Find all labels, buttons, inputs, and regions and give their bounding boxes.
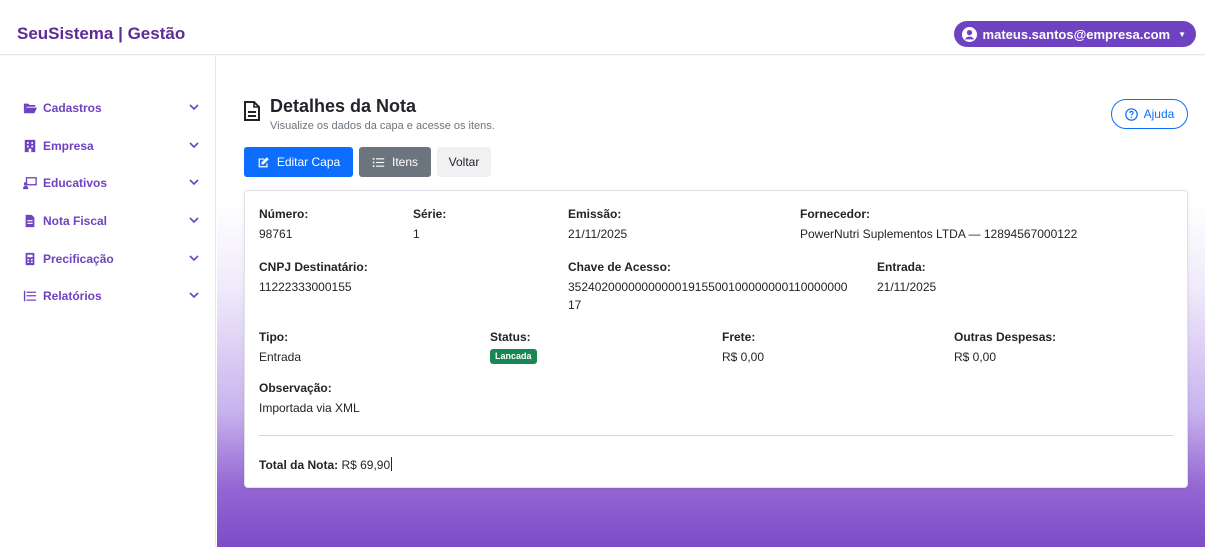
status-label: Status: xyxy=(490,330,531,344)
outras-label: Outras Despesas: xyxy=(954,330,1057,344)
sidebar-item-precificacao[interactable]: Precificação xyxy=(23,249,203,269)
cnpj-value: 11222333000155 xyxy=(259,280,352,294)
edit-cover-label: Editar Capa xyxy=(276,155,341,169)
file-invoice-icon xyxy=(244,101,260,121)
chevron-down-icon xyxy=(189,142,199,149)
tipo-value: Entrada xyxy=(259,350,302,364)
text-cursor xyxy=(391,457,393,471)
sidebar-item-label: Cadastros xyxy=(43,101,102,115)
cnpj-label: CNPJ Destinatário: xyxy=(259,260,368,274)
numero-label: Número: xyxy=(259,207,309,221)
emissao-value: 21/11/2025 xyxy=(568,227,628,241)
total-row: Total da Nota: R$ 69,90 xyxy=(259,457,393,472)
page-subtitle: Visualize os dados da capa e acesse os i… xyxy=(270,120,495,132)
top-navbar: SeuSistema | Gestão mateus.santos@empres… xyxy=(0,0,1205,55)
field-fornecedor: Fornecedor: PowerNutri Suplementos LTDA … xyxy=(800,207,1077,243)
numero-value: 98761 xyxy=(259,227,293,241)
serie-label: Série: xyxy=(413,207,447,221)
question-circle-icon xyxy=(1124,107,1138,121)
total-label: Total da Nota: xyxy=(259,458,339,472)
caret-down-icon: ▼ xyxy=(1178,29,1186,39)
file-invoice-icon xyxy=(23,214,37,228)
folder-open-icon xyxy=(23,101,37,115)
field-emissao: Emissão: 21/11/2025 xyxy=(568,207,627,243)
field-numero: Número: 98761 xyxy=(259,207,308,243)
status-badge: Lancada xyxy=(490,349,537,364)
edit-cover-button[interactable]: Editar Capa xyxy=(244,147,353,177)
help-button[interactable]: Ajuda xyxy=(1111,99,1188,129)
total-value: R$ 69,90 xyxy=(341,458,391,472)
chevron-down-icon xyxy=(189,217,199,224)
sidebar-item-relatorios[interactable]: Relatórios xyxy=(23,286,203,306)
sidebar-item-cadastros[interactable]: Cadastros xyxy=(23,98,203,118)
obs-value: Importada via XML xyxy=(259,401,360,415)
calculator-icon xyxy=(23,252,37,266)
field-entrada: Entrada: 21/11/2025 xyxy=(877,260,936,296)
chave-value-line2: 17 xyxy=(568,298,582,312)
user-email: mateus.santos@empresa.com xyxy=(982,26,1171,42)
sidebar-item-nota-fiscal[interactable]: Nota Fiscal xyxy=(23,211,203,231)
field-frete: Frete: R$ 0,00 xyxy=(722,330,764,366)
page-title: Detalhes da Nota xyxy=(270,96,417,116)
tipo-label: Tipo: xyxy=(259,330,289,344)
chave-value-line1: 3524020000000000019155001000000001100000… xyxy=(568,280,848,294)
frete-label: Frete: xyxy=(722,330,756,344)
items-button[interactable]: Itens xyxy=(359,147,431,177)
fornecedor-label: Fornecedor: xyxy=(800,207,871,221)
field-cnpj-destinatario: CNPJ Destinatário: 11222333000155 xyxy=(259,260,368,296)
sidebar-item-label: Empresa xyxy=(43,139,94,153)
sidebar-item-label: Educativos xyxy=(43,176,108,190)
divider xyxy=(259,435,1174,436)
field-tipo: Tipo: Entrada xyxy=(259,330,301,366)
chevron-down-icon xyxy=(189,179,199,186)
chalkboard-teacher-icon xyxy=(23,176,37,190)
sidebar-item-label: Relatórios xyxy=(43,289,102,303)
chevron-down-icon xyxy=(189,292,199,299)
field-outras-despesas: Outras Despesas: R$ 0,00 xyxy=(954,330,1056,366)
emissao-label: Emissão: xyxy=(568,207,622,221)
obs-label: Observação: xyxy=(259,381,332,395)
edit-icon xyxy=(258,156,269,167)
sidebar-item-empresa[interactable]: Empresa xyxy=(23,136,203,156)
user-circle-icon xyxy=(961,26,977,42)
chevron-down-icon xyxy=(189,104,199,111)
user-menu-button[interactable]: mateus.santos@empresa.com ▼ xyxy=(953,21,1196,47)
fornecedor-value: PowerNutri Suplementos LTDA — 1289456700… xyxy=(800,227,1078,241)
serie-value: 1 xyxy=(413,227,420,241)
field-chave-acesso: Chave de Acesso: 35240200000000000191550… xyxy=(568,260,868,314)
help-label: Ajuda xyxy=(1143,107,1175,121)
outras-value: R$ 0,00 xyxy=(954,350,997,364)
back-button[interactable]: Voltar xyxy=(437,147,491,177)
items-label: Itens xyxy=(391,155,418,169)
list-icon xyxy=(23,289,37,303)
chave-label: Chave de Acesso: xyxy=(568,260,671,274)
frete-value: R$ 0,00 xyxy=(722,350,765,364)
sidebar-item-educativos[interactable]: Educativos xyxy=(23,173,203,193)
entrada-label: Entrada: xyxy=(877,260,926,274)
entrada-value: 21/11/2025 xyxy=(877,280,937,294)
field-serie: Série: 1 xyxy=(413,207,446,243)
sidebar-item-label: Nota Fiscal xyxy=(43,214,108,228)
field-observacao: Observação: Importada via XML xyxy=(259,381,360,417)
sidebar-item-label: Precificação xyxy=(43,252,114,266)
chevron-down-icon xyxy=(189,255,199,262)
list-icon xyxy=(372,157,385,167)
building-icon xyxy=(23,139,37,153)
brand-title[interactable]: SeuSistema | Gestão xyxy=(17,24,185,44)
field-status: Status: Lancada xyxy=(490,330,537,364)
